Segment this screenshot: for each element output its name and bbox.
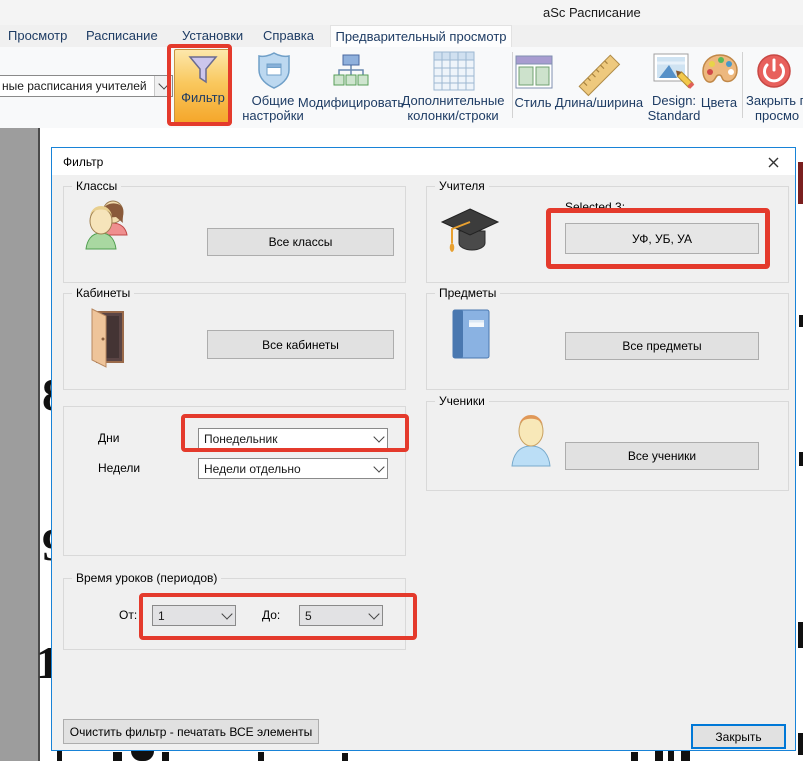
- dialog-title: Фильтр: [63, 155, 103, 169]
- rooms-door-icon: [84, 307, 130, 374]
- annotation-filter-button: [167, 44, 232, 126]
- weeks-label: Недели: [98, 461, 140, 475]
- tab-preview[interactable]: Предварительный просмотр: [330, 25, 512, 48]
- annotation-selected-teachers: [546, 208, 770, 269]
- dialog-close-button[interactable]: [759, 153, 787, 171]
- ribbon-tab-row: Просмотр Расписание Установки Справка Пр…: [0, 25, 803, 47]
- background-ink-fragment: [258, 752, 264, 761]
- background-ink-fragment: [799, 452, 803, 466]
- students-person-icon: [508, 412, 554, 479]
- close-preview-power-icon[interactable]: [755, 52, 793, 95]
- subjects-book-icon: [447, 307, 495, 366]
- colors-palette-icon[interactable]: [701, 53, 739, 94]
- toolbar-separator: [742, 52, 743, 118]
- preview-background: [0, 128, 38, 761]
- schedule-type-value: ные расписания учителей: [0, 79, 154, 93]
- group-rooms: Кабинеты Все кабинеты: [63, 293, 406, 390]
- background-ink-fragment: [113, 752, 122, 761]
- group-classes: Классы Все классы: [63, 186, 406, 283]
- window-title: aSc Расписание: [543, 5, 641, 20]
- background-ink-fragment: [799, 315, 803, 327]
- tab-timetable[interactable]: Расписание: [82, 25, 162, 47]
- tab-help[interactable]: Справка: [259, 25, 318, 47]
- annotation-days-combobox: [181, 414, 409, 452]
- all-rooms-button[interactable]: Все кабинеты: [207, 330, 394, 359]
- weeks-combobox[interactable]: Недели отдельно: [198, 458, 388, 479]
- all-classes-button[interactable]: Все классы: [207, 228, 394, 256]
- background-ink-fragment: [342, 753, 348, 761]
- teachers-graduation-cap-icon: [440, 205, 500, 264]
- dialog-titlebar[interactable]: Фильтр: [52, 148, 795, 175]
- background-ink-fragment: [162, 752, 169, 761]
- close-icon: [768, 157, 779, 168]
- style-window-icon[interactable]: [515, 55, 553, 94]
- colors-button[interactable]: Цвета: [697, 95, 741, 110]
- chevron-down-icon[interactable]: [370, 459, 387, 478]
- annotation-periods: [139, 593, 417, 640]
- ribbon-toolbar: ные расписания учителей Фильтр Общие нас…: [0, 47, 803, 129]
- group-classes-label: Классы: [72, 179, 121, 193]
- background-ink-fragment: [798, 733, 803, 755]
- schedule-type-combobox[interactable]: ные расписания учителей: [0, 75, 173, 97]
- background-ink-fragment: [631, 752, 638, 761]
- group-subjects-label: Предметы: [435, 286, 500, 300]
- close-preview-button[interactable]: Закрыть пр просмо: [746, 93, 803, 123]
- extra-columns-button[interactable]: Дополнительные колонки/строки: [397, 93, 509, 123]
- tab-view[interactable]: Просмотр: [4, 25, 71, 47]
- weeks-value: Недели отдельно: [199, 462, 370, 476]
- general-settings-shield-icon[interactable]: [256, 51, 292, 96]
- style-button[interactable]: Стиль: [511, 95, 555, 110]
- background-ink-fragment: [668, 751, 674, 761]
- background-ink-fragment: [681, 750, 690, 761]
- background-ink-fragment: [798, 162, 803, 204]
- all-subjects-button[interactable]: Все предметы: [565, 332, 759, 360]
- classes-people-icon: [82, 199, 134, 260]
- background-ink-fragment: [57, 751, 62, 761]
- group-rooms-label: Кабинеты: [72, 286, 134, 300]
- extra-columns-grid-icon[interactable]: [433, 51, 475, 96]
- days-label: Дни: [98, 431, 119, 445]
- group-students-label: Ученики: [435, 394, 489, 408]
- window-titlebar: aSc Расписание: [0, 0, 803, 25]
- group-subjects: Предметы Все предметы: [426, 293, 789, 390]
- modify-sitemap-icon[interactable]: [331, 53, 371, 96]
- design-button[interactable]: Design: Standard: [645, 93, 703, 123]
- clear-filter-button[interactable]: Очистить фильтр - печатать ВСЕ элементы: [63, 719, 319, 744]
- group-students: Ученики Все ученики: [426, 401, 789, 491]
- group-periods-label: Время уроков (периодов): [72, 571, 221, 585]
- background-ink-fragment: [798, 622, 803, 648]
- background-ink-fragment: [655, 750, 663, 761]
- design-picture-pencil-icon[interactable]: [653, 53, 695, 98]
- dialog-close-footer-button[interactable]: Закрыть: [691, 724, 786, 749]
- group-teachers-label: Учителя: [435, 179, 489, 193]
- all-students-button[interactable]: Все ученики: [565, 442, 759, 470]
- periods-from-label: От:: [119, 608, 137, 622]
- length-width-button[interactable]: Длина/ширина: [553, 95, 645, 110]
- modify-button[interactable]: Модифицировать: [296, 95, 406, 110]
